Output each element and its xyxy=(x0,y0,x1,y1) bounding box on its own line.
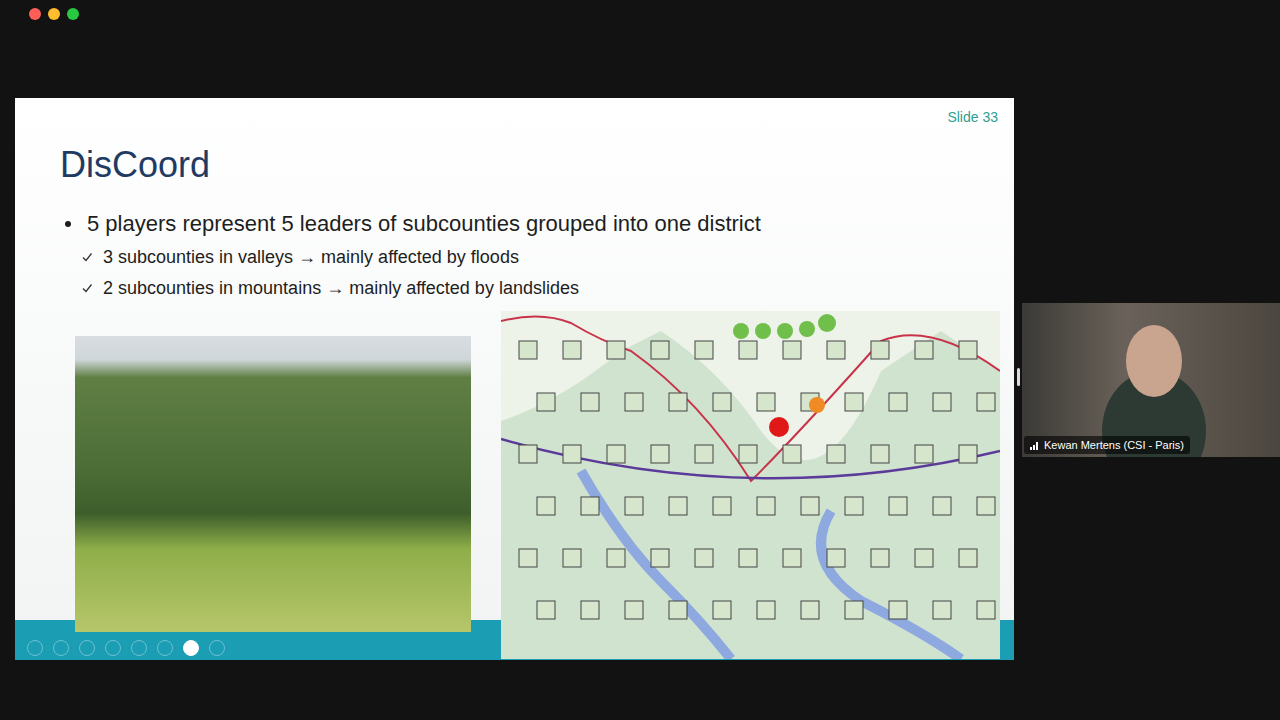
check-icon xyxy=(81,282,93,294)
stage: Slide 33 DisCoord 5 players represent 5 le… xyxy=(0,28,1280,660)
close-button[interactable] xyxy=(29,8,41,20)
bullet: 5 players represent 5 leaders of subcoun… xyxy=(65,209,1014,239)
more-icon[interactable] xyxy=(209,640,225,656)
prev-icon[interactable] xyxy=(27,640,43,656)
landscape-photo xyxy=(75,336,471,632)
meeting-window: Slide 33 DisCoord 5 players represent 5 le… xyxy=(0,0,1280,720)
slide-toolbar xyxy=(27,640,225,656)
participant-figure xyxy=(1126,325,1182,397)
camera-icon[interactable] xyxy=(183,640,199,656)
zoom-button[interactable] xyxy=(67,8,79,20)
participant-video: Kewan Mertens (CSI - Paris) xyxy=(1022,303,1280,457)
bullet-dot-icon xyxy=(65,221,71,227)
minimize-button[interactable] xyxy=(48,8,60,20)
participant-label: Kewan Mertens (CSI - Paris) xyxy=(1024,436,1190,454)
grid-icon[interactable] xyxy=(105,640,121,656)
sub-bullet: 2 subcounties in mountains → mainly affe… xyxy=(81,275,1014,301)
pen-icon[interactable] xyxy=(79,640,95,656)
resize-handle[interactable] xyxy=(1017,368,1020,386)
pictures xyxy=(15,311,1014,659)
slide-title: DisCoord xyxy=(60,143,1014,187)
bullet-group: 5 players represent 5 leaders of subcoun… xyxy=(15,209,1014,301)
sub-bullet: 3 subcounties in valleys → mainly affect… xyxy=(81,244,1014,270)
title-bar xyxy=(0,0,1280,28)
signal-icon xyxy=(1030,440,1040,450)
check-icon xyxy=(81,251,93,263)
pointer-icon[interactable] xyxy=(157,640,173,656)
next-icon[interactable] xyxy=(53,640,69,656)
board-drawing-icon xyxy=(501,311,1000,659)
zoom-icon[interactable] xyxy=(131,640,147,656)
slide: Slide 33 DisCoord 5 players represent 5 le… xyxy=(15,98,1014,660)
game-board-photo xyxy=(501,311,1000,659)
slide-number: Slide 33 xyxy=(947,108,998,126)
